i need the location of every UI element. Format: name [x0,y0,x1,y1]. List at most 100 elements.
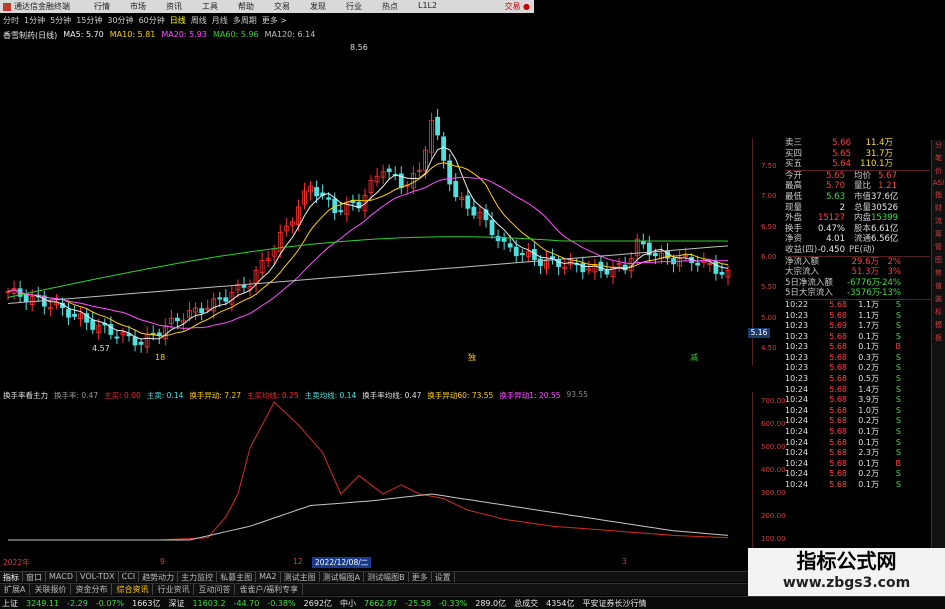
sidebar-tab-4[interactable]: 指 [935,190,942,200]
indicator-legend-item-4: 换手异动: 7.27 [189,391,241,400]
sidebar-tab-14[interactable]: 模 [935,320,942,330]
menu-item-2[interactable]: 资讯 [166,1,182,12]
order-price: 5.65 [832,148,851,159]
period-tab-0[interactable]: 分时 [3,15,19,26]
sidebar-tab-5[interactable]: 财 [935,203,942,213]
indicator-tab-2[interactable]: MACD [46,572,77,582]
period-tab-7[interactable]: 周线 [191,15,207,26]
menu-item-7[interactable]: 行业 [346,1,362,12]
indicator-tab-13[interactable]: 设置 [432,572,455,582]
sidebar-tab-13[interactable]: 标 [935,307,942,317]
tick-volume: 0.1万 [858,342,879,352]
candle-body [483,209,489,221]
marker-mid: 独 [468,352,476,362]
indicator-tab-11[interactable]: 测试幅图B [364,572,409,582]
candle-body [538,258,543,266]
indicator-legend: 换手率看主力 换手率: 0.47 主买: 0.00 主卖: 0.14 换手异动: 7.2… [0,390,665,400]
menu-item-6[interactable]: 发现 [310,1,326,12]
period-tab-6[interactable]: 日线 [170,15,186,26]
tick-time: 10:24 [785,427,809,437]
menu-item-8[interactable]: 热点 [382,1,398,12]
period-tab-5[interactable]: 60分钟 [139,15,165,26]
sidebar-tab-7[interactable]: 筹 [935,229,942,239]
period-tab-4[interactable]: 30分钟 [107,15,133,26]
trade-login-button[interactable]: 交易 ● [504,1,530,12]
price-tick: 6.00 [761,253,777,261]
indicator-tab-10[interactable]: 测试幅图A [320,572,365,582]
tick-time: 10:24 [785,458,809,468]
sidebar-tab-6[interactable]: 流 [935,216,942,226]
date-cursor-label: 2022/12/08/二 [312,557,372,568]
indicator-tab-8[interactable]: MA2 [256,572,281,582]
indicator-tab-9[interactable]: 测试主图 [281,572,320,582]
sidebar-tab-8[interactable]: 管 [935,242,942,252]
sidebar-tab-10[interactable]: 势 [935,268,942,278]
sidebar-tab-0[interactable]: 分 [935,140,942,150]
candle-body [580,263,586,273]
extension-tab-3[interactable]: 综合资讯 [112,584,154,595]
candle-body [513,246,519,257]
indicator-tab-6[interactable]: 主力监控 [178,572,218,582]
stat-label: 最低 [785,191,803,202]
turnover-indicator-chart[interactable] [0,400,752,548]
sz-index-label[interactable]: 深证 [168,598,184,609]
menu-item-3[interactable]: 工具 [202,1,218,12]
axis-label-12: 12 [293,557,303,566]
candle-body [217,297,223,300]
extension-tab-2[interactable]: 资金分布 [71,584,113,595]
tick-row: 10:24 5.68 0.1万 B [785,459,930,470]
tick-time: 10:23 [785,374,809,384]
extension-tab-1[interactable]: 关联报价 [30,584,72,595]
indicator-tab-5[interactable]: 趋势动力 [139,572,179,582]
candle-body [453,181,459,198]
flow-pct: 3% [887,267,902,278]
indicator-tab-4[interactable]: CCI [119,572,140,582]
menu-item-9[interactable]: L1L2 [418,1,437,12]
period-tab-8[interactable]: 月线 [212,15,228,26]
stock-name: 香雪制药(日线) [3,31,58,40]
indicator-tab-3[interactable]: VOL-TDX [77,572,119,582]
sidebar-tab-11[interactable]: 值 [935,281,942,291]
year-label: 2022年 [3,558,30,567]
sidebar-tab-12[interactable]: 装 [935,294,942,304]
sidebar-tab-3[interactable]: ASI [933,179,944,187]
period-tab-2[interactable]: 5分钟 [50,15,71,26]
watermark: 指标公式网 www.zbgs3.com [748,548,945,596]
period-tab-3[interactable]: 15分钟 [76,15,102,26]
indicator-tab-0[interactable]: 指标 [0,572,23,582]
sidebar-tab-9[interactable]: 图 [935,255,942,265]
extension-tab-6[interactable]: 雀雀户/福利专享 [235,584,304,595]
tick-time: 10:23 [785,331,809,341]
extension-tab-5[interactable]: 互动问答 [194,584,236,595]
menu-item-0[interactable]: 行情 [94,1,110,12]
fund-flow-row: 大宗流入 51.3万 3% [785,267,930,278]
period-tab-9[interactable]: 多周期 [233,15,257,26]
menu-item-1[interactable]: 市场 [130,1,146,12]
period-tab-10[interactable]: 更多 > [262,15,287,26]
indicator-tab-7[interactable]: 私募主图 [217,572,257,582]
extension-tab-0[interactable]: 扩展A [0,584,31,595]
tick-price: 5.68 [829,384,847,394]
indicator-legend-item-7: 换手率均线: 0.47 [362,391,422,400]
menu-item-5[interactable]: 交易 [274,1,290,12]
broker-name: 平安证券长沙行情 [582,598,647,608]
sidebar-tab-1[interactable]: 笔 [935,153,942,163]
zx-index-label[interactable]: 中小 [340,598,356,609]
tick-time: 10:24 [785,469,809,479]
candle-body [175,317,180,322]
order-label: 买四 [785,148,803,159]
sidebar-tab-2[interactable]: 价 [935,166,942,176]
indicator-tab-12[interactable]: 更多 [409,572,432,582]
extension-tab-4[interactable]: 行业资讯 [153,584,195,595]
current-price-tag: 5.16 [748,328,770,338]
indicator-tab-1[interactable]: 窗口 [23,572,46,582]
stat-label: 今开 [785,170,803,181]
menu-item-4[interactable]: 帮助 [238,1,254,12]
candle-body [489,219,495,235]
tick-time: 10:24 [785,395,809,405]
flow-value: 29.6万 [851,256,879,267]
sidebar-tab-15[interactable]: 板 [935,333,942,343]
sh-index-label[interactable]: 上证 [2,598,18,609]
period-tab-1[interactable]: 1分钟 [24,15,45,26]
price-chart[interactable]: 8.56 4.57 18 独 减 [0,40,752,385]
